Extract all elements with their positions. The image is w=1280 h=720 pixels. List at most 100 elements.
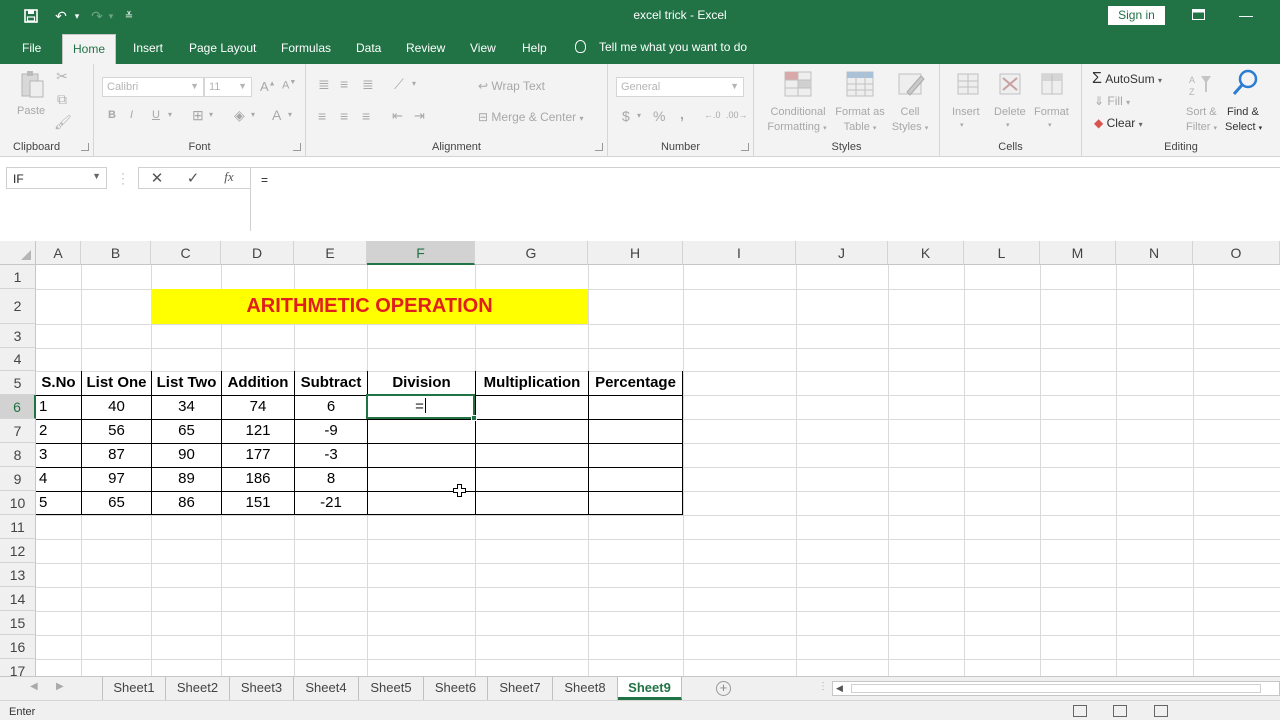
number-launcher-icon[interactable]: [741, 143, 749, 151]
table-cell[interactable]: 121: [222, 419, 294, 443]
cut-icon[interactable]: ✂: [54, 68, 70, 85]
tab-page-layout[interactable]: Page Layout: [189, 41, 256, 55]
column-header-l[interactable]: L: [964, 241, 1040, 265]
chevron-down-icon[interactable]: ▾: [288, 110, 292, 119]
header-cell-percentage[interactable]: Percentage: [589, 371, 682, 395]
header-cell-multiplication[interactable]: Multiplication: [476, 371, 588, 395]
name-box[interactable]: IF ▼: [6, 167, 107, 189]
format-as-table-label-1[interactable]: Format as: [834, 106, 886, 118]
formula-input[interactable]: =: [250, 167, 1280, 231]
table-cell[interactable]: 2: [36, 419, 81, 443]
number-format-select[interactable]: General ▼: [616, 77, 744, 97]
column-header-d[interactable]: D: [221, 241, 294, 265]
table-cell[interactable]: 65: [82, 491, 151, 515]
copy-icon[interactable]: ⧉: [54, 91, 70, 108]
header-cell-sno[interactable]: S.No: [36, 371, 81, 395]
fill-handle[interactable]: [471, 415, 477, 421]
scroll-right-icon[interactable]: ▶: [56, 681, 64, 692]
fill-button[interactable]: ⇓ Fill ▾: [1094, 94, 1130, 108]
sheet-tab-8[interactable]: Sheet8: [553, 677, 618, 700]
row-header-15[interactable]: 15: [0, 611, 36, 635]
chevron-down-icon[interactable]: ▾: [412, 79, 416, 88]
row-header-2[interactable]: 2: [0, 289, 36, 324]
row-header-4[interactable]: 4: [0, 348, 36, 371]
merge-center-button[interactable]: ⊟ Merge & Center ▾: [478, 110, 583, 124]
table-cell[interactable]: 40: [82, 395, 151, 419]
table-cell[interactable]: 56: [82, 419, 151, 443]
delete-cells-button[interactable]: Delete: [994, 106, 1026, 118]
sheet-tab-5[interactable]: Sheet5: [359, 677, 424, 700]
scroll-left-icon[interactable]: ◀: [30, 681, 38, 692]
column-header-f[interactable]: F: [367, 241, 475, 265]
align-right-icon[interactable]: ≡: [362, 108, 370, 124]
table-cell[interactable]: 177: [222, 443, 294, 467]
conditional-formatting-button[interactable]: Formatting ▾: [762, 121, 832, 133]
italic-button[interactable]: I: [130, 109, 133, 121]
font-color-icon[interactable]: A: [272, 107, 281, 123]
table-cell[interactable]: 65: [152, 419, 221, 443]
paste-label[interactable]: Paste: [17, 105, 45, 117]
add-sheet-icon[interactable]: +: [716, 681, 731, 696]
delete-cells-icon[interactable]: [996, 70, 1024, 98]
row-header-9[interactable]: 9: [0, 467, 36, 491]
column-header-a[interactable]: A: [36, 241, 81, 265]
find-select-icon[interactable]: [1230, 68, 1260, 98]
bottom-align-icon[interactable]: ≣: [362, 76, 374, 93]
column-header-h[interactable]: H: [588, 241, 683, 265]
enter-check-icon[interactable]: ✓: [181, 169, 205, 189]
sheet-tab-3[interactable]: Sheet3: [230, 677, 294, 700]
font-name-select[interactable]: Calibri ▼: [102, 77, 204, 97]
table-cell[interactable]: -21: [295, 491, 367, 515]
increase-indent-icon[interactable]: ⇥: [414, 108, 425, 124]
currency-button[interactable]: $: [622, 108, 630, 124]
header-cell-list-one[interactable]: List One: [82, 371, 151, 395]
autosum-button[interactable]: Σ AutoSum ▾: [1092, 70, 1162, 88]
wrap-text-button[interactable]: ↩ Wrap Text: [478, 79, 545, 93]
format-as-table-button[interactable]: Table ▾: [834, 121, 886, 133]
page-layout-view-icon[interactable]: [1113, 705, 1127, 717]
header-cell-subtract[interactable]: Subtract: [295, 371, 367, 395]
tab-view[interactable]: View: [470, 41, 496, 55]
row-header-1[interactable]: 1: [0, 265, 36, 289]
table-cell[interactable]: 87: [82, 443, 151, 467]
orientation-icon[interactable]: ⟋: [394, 76, 404, 93]
resize-handle-icon[interactable]: · · ·: [121, 167, 125, 189]
sheet-tab-6[interactable]: Sheet6: [424, 677, 488, 700]
column-header-j[interactable]: J: [796, 241, 888, 265]
tab-file[interactable]: File: [22, 41, 41, 55]
cell-styles-label-1[interactable]: Cell: [890, 106, 930, 118]
increase-decimal-icon[interactable]: ←.0: [704, 110, 721, 120]
table-cell[interactable]: 97: [82, 467, 151, 491]
decrease-indent-icon[interactable]: ⇤: [392, 108, 403, 124]
borders-icon[interactable]: ⊞: [192, 107, 204, 124]
sort-filter-button[interactable]: Filter ▾: [1186, 121, 1217, 133]
insert-cells-button[interactable]: Insert: [952, 106, 980, 118]
row-header-14[interactable]: 14: [0, 587, 36, 611]
table-cell[interactable]: 151: [222, 491, 294, 515]
table-cell[interactable]: -3: [295, 443, 367, 467]
chevron-down-icon[interactable]: ▾: [168, 110, 172, 119]
sort-filter-label-1[interactable]: Sort &: [1186, 106, 1217, 118]
underline-button[interactable]: U: [152, 109, 160, 121]
scroll-left-icon[interactable]: ◀: [836, 683, 843, 694]
conditional-formatting-label-1[interactable]: Conditional: [766, 106, 830, 118]
table-cell[interactable]: 5: [36, 491, 81, 515]
clear-button[interactable]: ◆ Clear ▾: [1094, 116, 1143, 130]
bold-button[interactable]: B: [108, 109, 116, 121]
font-launcher-icon[interactable]: [293, 143, 301, 151]
chevron-down-icon[interactable]: ▾: [1006, 121, 1010, 129]
row-header-10[interactable]: 10: [0, 491, 36, 515]
table-cell[interactable]: -9: [295, 419, 367, 443]
column-header-i[interactable]: I: [683, 241, 796, 265]
row-header-3[interactable]: 3: [0, 324, 36, 348]
sheet-title-cell[interactable]: ARITHMETIC OPERATION: [151, 289, 588, 324]
align-left-icon[interactable]: ≡: [318, 108, 326, 124]
row-header-16[interactable]: 16: [0, 635, 36, 659]
decrease-font-icon[interactable]: A▼: [282, 79, 296, 92]
tab-home[interactable]: Home: [62, 34, 117, 64]
chevron-down-icon[interactable]: ▾: [209, 110, 213, 119]
sheet-tab-1[interactable]: Sheet1: [102, 677, 166, 700]
conditional-formatting-icon[interactable]: [782, 70, 814, 98]
table-cell[interactable]: 34: [152, 395, 221, 419]
row-header-11[interactable]: 11: [0, 515, 36, 539]
